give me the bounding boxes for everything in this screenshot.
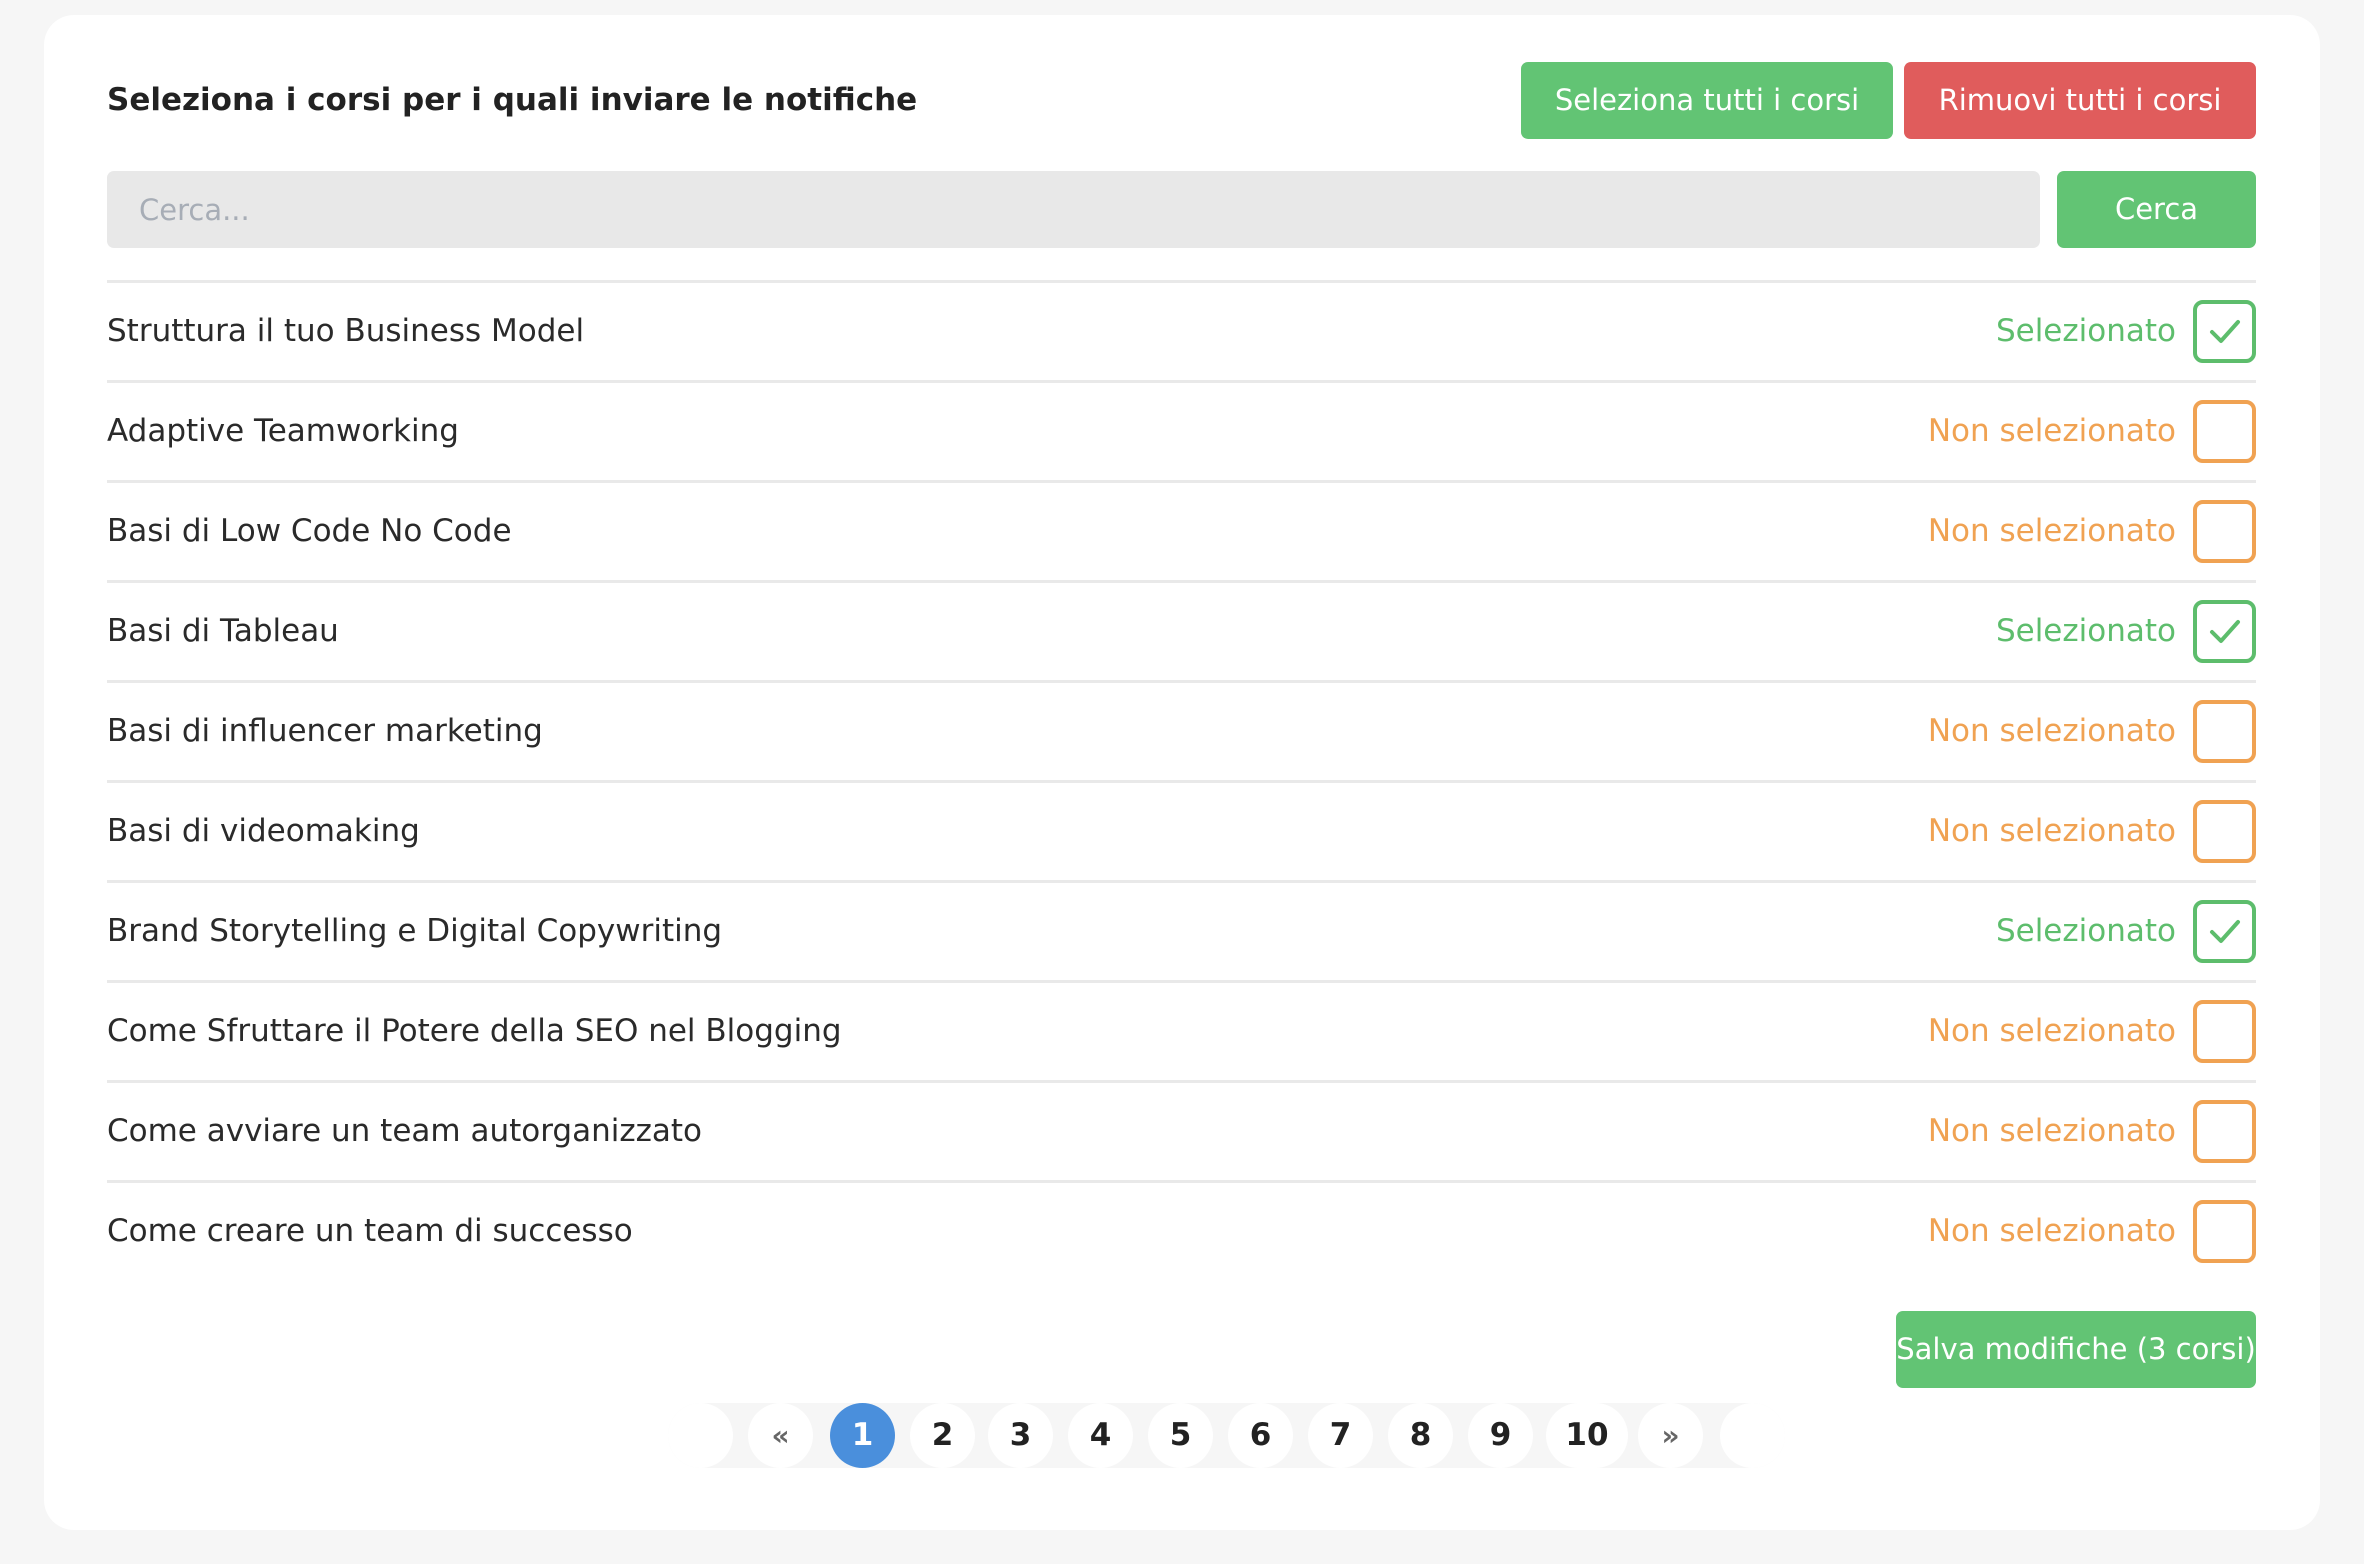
course-status: Selezionato bbox=[1995, 613, 2176, 649]
course-name: Basi di Low Code No Code bbox=[107, 513, 512, 549]
course-status: Selezionato bbox=[1995, 313, 2176, 349]
course-name: Basi di influencer marketing bbox=[107, 713, 543, 749]
course-row[interactable]: Basi di videomaking Non selezionato bbox=[107, 780, 2256, 880]
course-checkbox[interactable] bbox=[2193, 600, 2256, 663]
pagination-next[interactable]: » bbox=[1638, 1403, 1703, 1468]
course-status: Non selezionato bbox=[1927, 1213, 2176, 1249]
check-icon bbox=[2210, 320, 2240, 343]
course-checkbox[interactable] bbox=[2193, 300, 2256, 363]
course-row[interactable]: Come Sfruttare il Potere della SEO nel B… bbox=[107, 980, 2256, 1080]
course-status: Non selezionato bbox=[1927, 1113, 2176, 1149]
course-row[interactable]: Come avviare un team autorganizzato Non s… bbox=[107, 1080, 2256, 1180]
course-name: Brand Storytelling e Digital Copywriting bbox=[107, 913, 723, 949]
course-notification-card: Seleziona i corsi per i quali inviare le… bbox=[44, 15, 2320, 1530]
course-checkbox[interactable] bbox=[2193, 1100, 2256, 1163]
course-name: Struttura il tuo Business Model bbox=[107, 313, 585, 349]
page-9[interactable]: 9 bbox=[1468, 1403, 1533, 1468]
page-title: Seleziona i corsi per i quali inviare le… bbox=[107, 82, 918, 118]
page-8[interactable]: 8 bbox=[1388, 1403, 1453, 1468]
search-button[interactable]: Cerca bbox=[2057, 171, 2256, 248]
page-1[interactable]: 1 bbox=[830, 1403, 895, 1468]
pagination: « 1 2 3 4 5 6 7 8 9 10» bbox=[668, 1403, 1785, 1468]
select-all-courses-button[interactable]: Seleziona tutti i corsi bbox=[1521, 62, 1893, 139]
course-row[interactable]: Brand Storytelling e Digital Copywriting… bbox=[107, 880, 2256, 980]
page-5[interactable]: 5 bbox=[1148, 1403, 1213, 1468]
page-6[interactable]: 6 bbox=[1228, 1403, 1293, 1468]
course-row[interactable]: Adaptive Teamworking Non selezionato bbox=[107, 380, 2256, 480]
course-name: Come Sfruttare il Potere della SEO nel B… bbox=[107, 1013, 842, 1049]
course-list: Struttura il tuo Business Model Seleziona… bbox=[107, 280, 2256, 1280]
course-status: Selezionato bbox=[1995, 913, 2176, 949]
course-name: Come avviare un team autorganizzato bbox=[107, 1113, 703, 1149]
course-checkbox[interactable] bbox=[2193, 700, 2256, 763]
pagination-first[interactable] bbox=[668, 1403, 733, 1468]
check-icon bbox=[2210, 920, 2240, 943]
course-checkbox[interactable] bbox=[2193, 1000, 2256, 1063]
course-status: Non selezionato bbox=[1927, 513, 2176, 549]
header: Seleziona i corsi per i quali inviare le… bbox=[107, 62, 2256, 139]
course-checkbox[interactable] bbox=[2193, 800, 2256, 863]
course-checkbox[interactable] bbox=[2193, 900, 2256, 963]
course-status: Non selezionato bbox=[1927, 413, 2176, 449]
page-7[interactable]: 7 bbox=[1308, 1403, 1373, 1468]
page-3[interactable]: 3 bbox=[988, 1403, 1053, 1468]
course-row[interactable]: Basi di Tableau Selezionato bbox=[107, 580, 2256, 680]
course-name: Basi di Tableau bbox=[107, 613, 339, 649]
course-name: Adaptive Teamworking bbox=[107, 413, 459, 449]
course-status: Non selezionato bbox=[1927, 1013, 2176, 1049]
page-2[interactable]: 2 bbox=[910, 1403, 975, 1468]
page-10[interactable]: 10 bbox=[1546, 1403, 1628, 1468]
course-checkbox[interactable] bbox=[2193, 1200, 2256, 1263]
search-bar: Cerca bbox=[107, 171, 2256, 248]
course-row[interactable]: Basi di influencer marketing Non selezion… bbox=[107, 680, 2256, 780]
search-input[interactable] bbox=[107, 171, 2040, 248]
check-icon bbox=[2210, 620, 2240, 643]
course-checkbox[interactable] bbox=[2193, 400, 2256, 463]
course-row[interactable]: Come creare un team di successo Non selez… bbox=[107, 1180, 2256, 1280]
pagination-last[interactable] bbox=[1720, 1403, 1785, 1468]
course-row[interactable]: Basi di Low Code No Code Non selezionato bbox=[107, 480, 2256, 580]
page-4[interactable]: 4 bbox=[1068, 1403, 1133, 1468]
course-status: Non selezionato bbox=[1927, 713, 2176, 749]
course-row[interactable]: Struttura il tuo Business Model Seleziona… bbox=[107, 280, 2256, 380]
save-changes-button[interactable]: Salva modifiche (3 corsi) bbox=[1896, 1311, 2256, 1388]
course-checkbox[interactable] bbox=[2193, 500, 2256, 563]
pagination-prev[interactable]: « bbox=[748, 1403, 813, 1468]
course-status: Non selezionato bbox=[1927, 813, 2176, 849]
course-name: Basi di videomaking bbox=[107, 813, 420, 849]
remove-all-courses-button[interactable]: Rimuovi tutti i corsi bbox=[1904, 62, 2256, 139]
course-name: Come creare un team di successo bbox=[107, 1213, 633, 1249]
